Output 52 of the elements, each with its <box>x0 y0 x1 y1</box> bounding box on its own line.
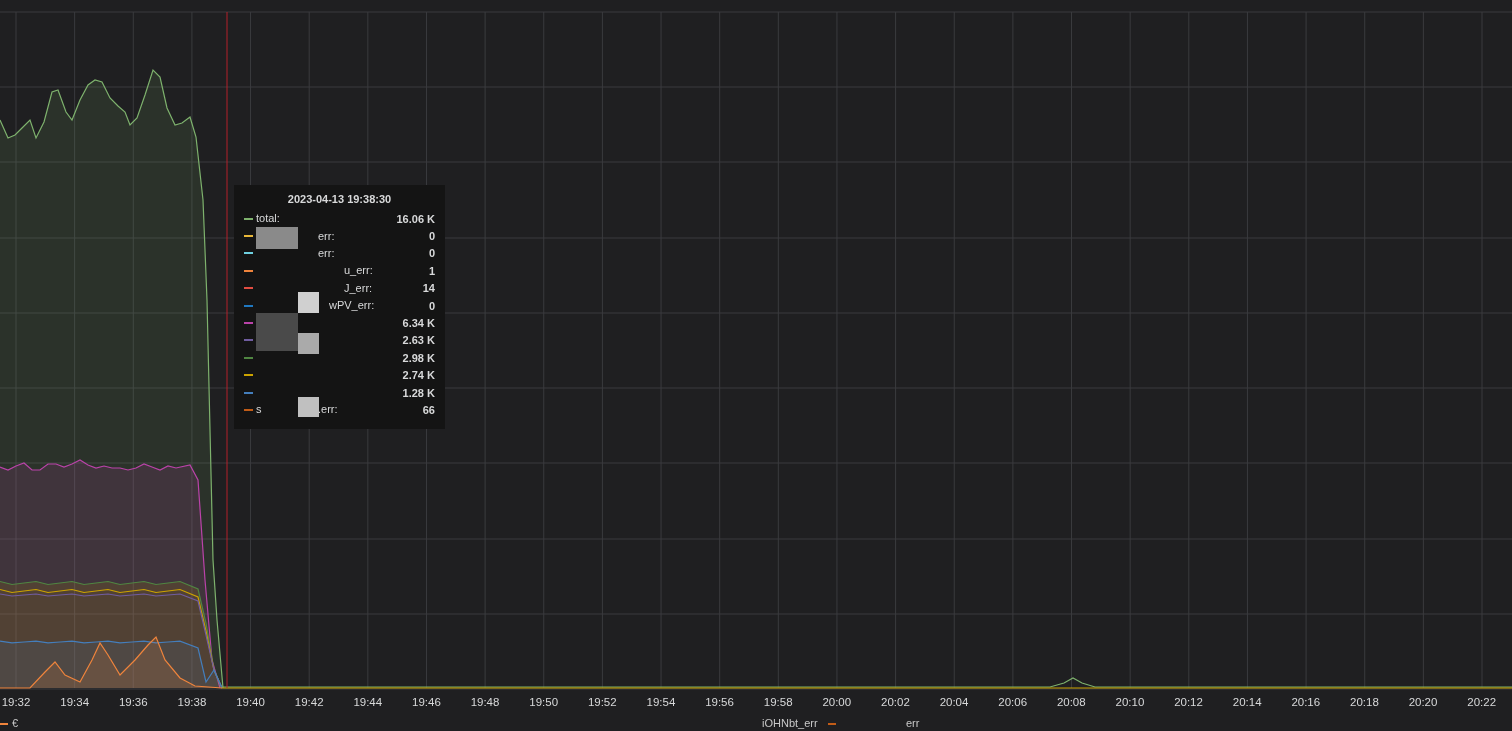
series-value: 14 <box>422 282 435 295</box>
axis-tick-label: 20:06 <box>997 696 1029 708</box>
series-value: 16.06 K <box>396 212 435 225</box>
axis-tick-label: 19:44 <box>352 696 384 708</box>
series-value: 66 <box>422 404 435 416</box>
axis-tick-label: 20:20 <box>1407 696 1439 708</box>
axis-tick-label: 20:22 <box>1466 696 1498 708</box>
axis-tick-label: 20:12 <box>1173 696 1204 708</box>
series-value: 2.63 K <box>402 334 435 347</box>
series-value: 6.34 K <box>402 317 435 330</box>
axis-tick-label: 20:04 <box>938 696 970 708</box>
axis-tick-label: 20:14 <box>1231 696 1263 708</box>
legend-label[interactable]: € <box>12 717 19 730</box>
axis-tick-label: 19:48 <box>469 696 501 708</box>
series-value: 2.74 K <box>402 369 435 382</box>
axis-tick-label: 20:08 <box>1055 696 1087 708</box>
redaction-mosaic <box>256 227 298 249</box>
axis-tick-label: 19:52 <box>586 696 618 708</box>
series-name: total: <box>256 212 280 226</box>
legend-label[interactable]: err <box>906 717 920 730</box>
axis-tick-label: 19:58 <box>762 696 794 708</box>
series-name: u_err: <box>344 264 373 278</box>
axis-tick-label: 19:56 <box>704 696 735 708</box>
series-name: err: <box>318 246 335 260</box>
axis-tick-label: 19:38 <box>176 696 208 708</box>
axis-tick-label: 19:54 <box>645 696 677 708</box>
axis-tick-label: 20:02 <box>880 696 911 708</box>
axis-tick-label: 19:42 <box>293 696 325 708</box>
tooltip-time: 2023-04-13 19:38:30 <box>286 192 393 206</box>
series-value: 0 <box>428 230 435 243</box>
series-name: wPV_err: <box>329 299 375 313</box>
axis-tick-label: 20:10 <box>1114 696 1146 708</box>
series-value: 1.28 K <box>402 386 435 399</box>
series-value: 0 <box>428 247 435 260</box>
axis-tick-label: 19:34 <box>59 696 91 708</box>
series-name: err: <box>318 229 335 243</box>
axis-tick-label: 20:00 <box>821 696 853 708</box>
series-value: 1 <box>428 264 435 277</box>
axis-tick-label: 19:46 <box>411 696 442 708</box>
series-value: 2.98 K <box>402 351 435 364</box>
legend-label[interactable]: iOHNbt_err <box>762 717 818 730</box>
axis-tick-label: 19:36 <box>117 696 149 708</box>
axis-tick-label: 20:16 <box>1290 696 1322 708</box>
series-name: s <box>256 403 262 417</box>
axis-tick-label: 20:18 <box>1349 696 1380 708</box>
redaction-mosaic <box>298 397 319 417</box>
axis-tick-label: 19:40 <box>235 696 266 708</box>
axis-tick-label: 19:32 <box>0 696 32 708</box>
series-value: 0 <box>428 299 435 312</box>
axis-tick-label: 19:50 <box>528 696 560 708</box>
series-name: J_err: <box>344 281 373 295</box>
series-name: .err: <box>318 403 338 417</box>
